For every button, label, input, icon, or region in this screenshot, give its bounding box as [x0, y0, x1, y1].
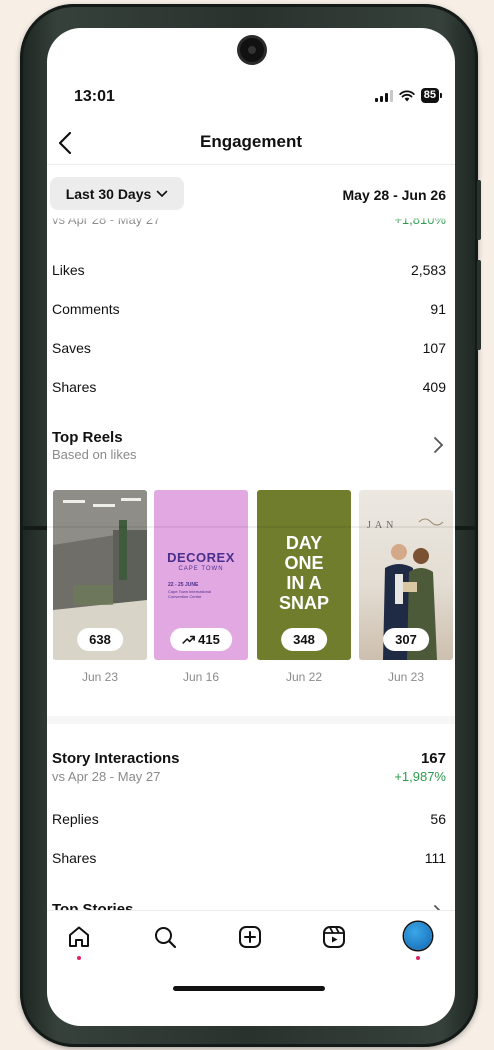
reel-thumbnail[interactable]: DAY ONE IN A SNAP 348 [257, 490, 351, 660]
volume-button [477, 260, 481, 350]
metric-label: Comments [52, 301, 120, 317]
reel-date: Jun 23 [387, 670, 425, 684]
metric-label: Replies [52, 811, 99, 827]
page-title: Engagement [199, 132, 303, 151]
create-icon[interactable] [236, 923, 264, 951]
metric-value: 2,583 [410, 262, 446, 278]
reel-likes-badge: 307 [383, 628, 429, 651]
chevron-down-icon [156, 190, 168, 197]
fold-crease [47, 526, 455, 528]
reels-icon[interactable] [320, 923, 348, 951]
notification-dot [416, 956, 420, 960]
reel-poster-subtitle: CAPE TOWN [178, 566, 224, 572]
front-camera [240, 38, 264, 62]
chevron-right-icon[interactable] [431, 436, 445, 454]
metric-row-replies: Replies 56 [52, 811, 446, 831]
metric-row-story-shares: Shares 111 [52, 850, 446, 870]
home-indicator[interactable] [173, 986, 325, 991]
reel-likes-badge: 415 [170, 628, 232, 651]
trending-up-icon [182, 635, 195, 644]
reel-poster-venue: Cape Town International Convention Centr… [168, 589, 212, 599]
reel-date: Jun 23 [81, 670, 119, 684]
reel-poster-title: DECOREX [167, 550, 235, 565]
notification-dot [77, 956, 81, 960]
reel-date: Jun 22 [285, 670, 323, 684]
wifi-icon [399, 89, 415, 101]
reel-likes-badge: 638 [77, 628, 123, 651]
metric-value: 111 [424, 850, 446, 866]
scroll-fade [47, 216, 455, 222]
metric-row-likes: Likes 2,583 [52, 262, 446, 282]
reel-poster-dates: 22 - 25 JUNE [168, 582, 199, 588]
top-reels-title[interactable]: Top Reels [52, 429, 123, 446]
metric-label: Likes [52, 262, 85, 278]
date-range-label: Last 30 Days [65, 185, 152, 202]
reel-poster-text: DAY ONE IN A SNAP [278, 533, 329, 613]
date-range-text: May 28 - Jun 26 [342, 187, 447, 203]
metric-row-shares: Shares 409 [52, 379, 446, 399]
side-button [477, 180, 481, 240]
metric-value: 409 [422, 379, 446, 395]
signal-icon [374, 89, 393, 102]
story-interactions-total: 167 [420, 750, 446, 767]
metric-label: Shares [52, 850, 97, 866]
nav-header: Engagement [47, 123, 455, 163]
reel-likes-count: 638 [89, 632, 111, 647]
reel-likes-count: 415 [198, 632, 220, 647]
story-interactions-title: Story Interactions [52, 750, 180, 767]
reel-likes-count: 348 [293, 632, 315, 647]
reel-date: Jun 16 [182, 670, 220, 684]
metric-row-saves: Saves 107 [52, 340, 446, 360]
metric-label: Saves [52, 340, 91, 356]
section-separator [47, 716, 455, 724]
bottom-tab-bar [47, 910, 455, 970]
search-icon[interactable] [151, 923, 179, 951]
date-range-dropdown[interactable]: Last 30 Days [50, 177, 184, 210]
reel-likes-count: 307 [395, 632, 417, 647]
metric-label: Shares [52, 379, 97, 395]
battery-icon: 85 [420, 88, 443, 103]
reel-thumbnail[interactable]: JAN 307 [359, 490, 453, 660]
reel-likes-badge: 348 [281, 628, 327, 651]
home-icon[interactable] [65, 923, 93, 951]
story-change-percent: +1,987% [394, 769, 446, 784]
metric-row-comments: Comments 91 [52, 301, 446, 321]
metric-value: 56 [430, 811, 446, 827]
story-comparison-period: vs Apr 28 - May 27 [52, 769, 161, 784]
divider [47, 164, 455, 165]
reel-thumbnail[interactable]: DECOREX CAPE TOWN 22 - 25 JUNE Cape Town… [154, 490, 248, 660]
top-reels-subtitle: Based on likes [52, 447, 137, 462]
status-time: 13:01 [74, 88, 115, 105]
metric-value: 107 [422, 340, 446, 356]
status-icons: 85 [374, 88, 443, 103]
reel-thumbnail[interactable]: 638 [53, 490, 147, 660]
metric-value: 91 [430, 301, 446, 317]
profile-avatar[interactable] [404, 922, 432, 950]
phone-screen: 13:01 85 Engagement Last 30 Days May 28 … [47, 28, 455, 1026]
